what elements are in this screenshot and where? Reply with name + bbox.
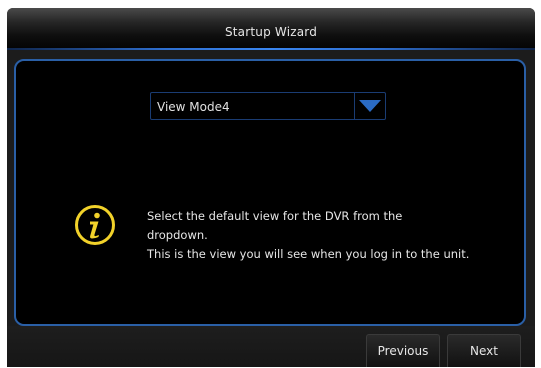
info-icon [75,205,115,245]
info-line-3: This is the view you will see when you l… [147,247,470,261]
triangle-down-icon [359,100,381,112]
info-line-2: dropdown. [147,228,208,242]
title-bar-accent-line [7,48,535,50]
next-button[interactable]: Next [447,334,521,367]
window-title: Startup Wizard [224,25,318,39]
info-description: Select the default view for the DVR from… [147,207,477,264]
previous-button[interactable]: Previous [366,334,440,367]
info-line-1: Select the default view for the DVR from… [147,209,403,223]
startup-wizard-window: Startup Wizard View Mode4 Select the def… [7,8,535,367]
view-mode-selected-value: View Mode4 [157,100,230,114]
dropdown-toggle[interactable] [354,93,385,119]
view-mode-dropdown[interactable]: View Mode4 [150,92,386,120]
wizard-content-panel: View Mode4 Select the default view for t… [14,59,526,326]
